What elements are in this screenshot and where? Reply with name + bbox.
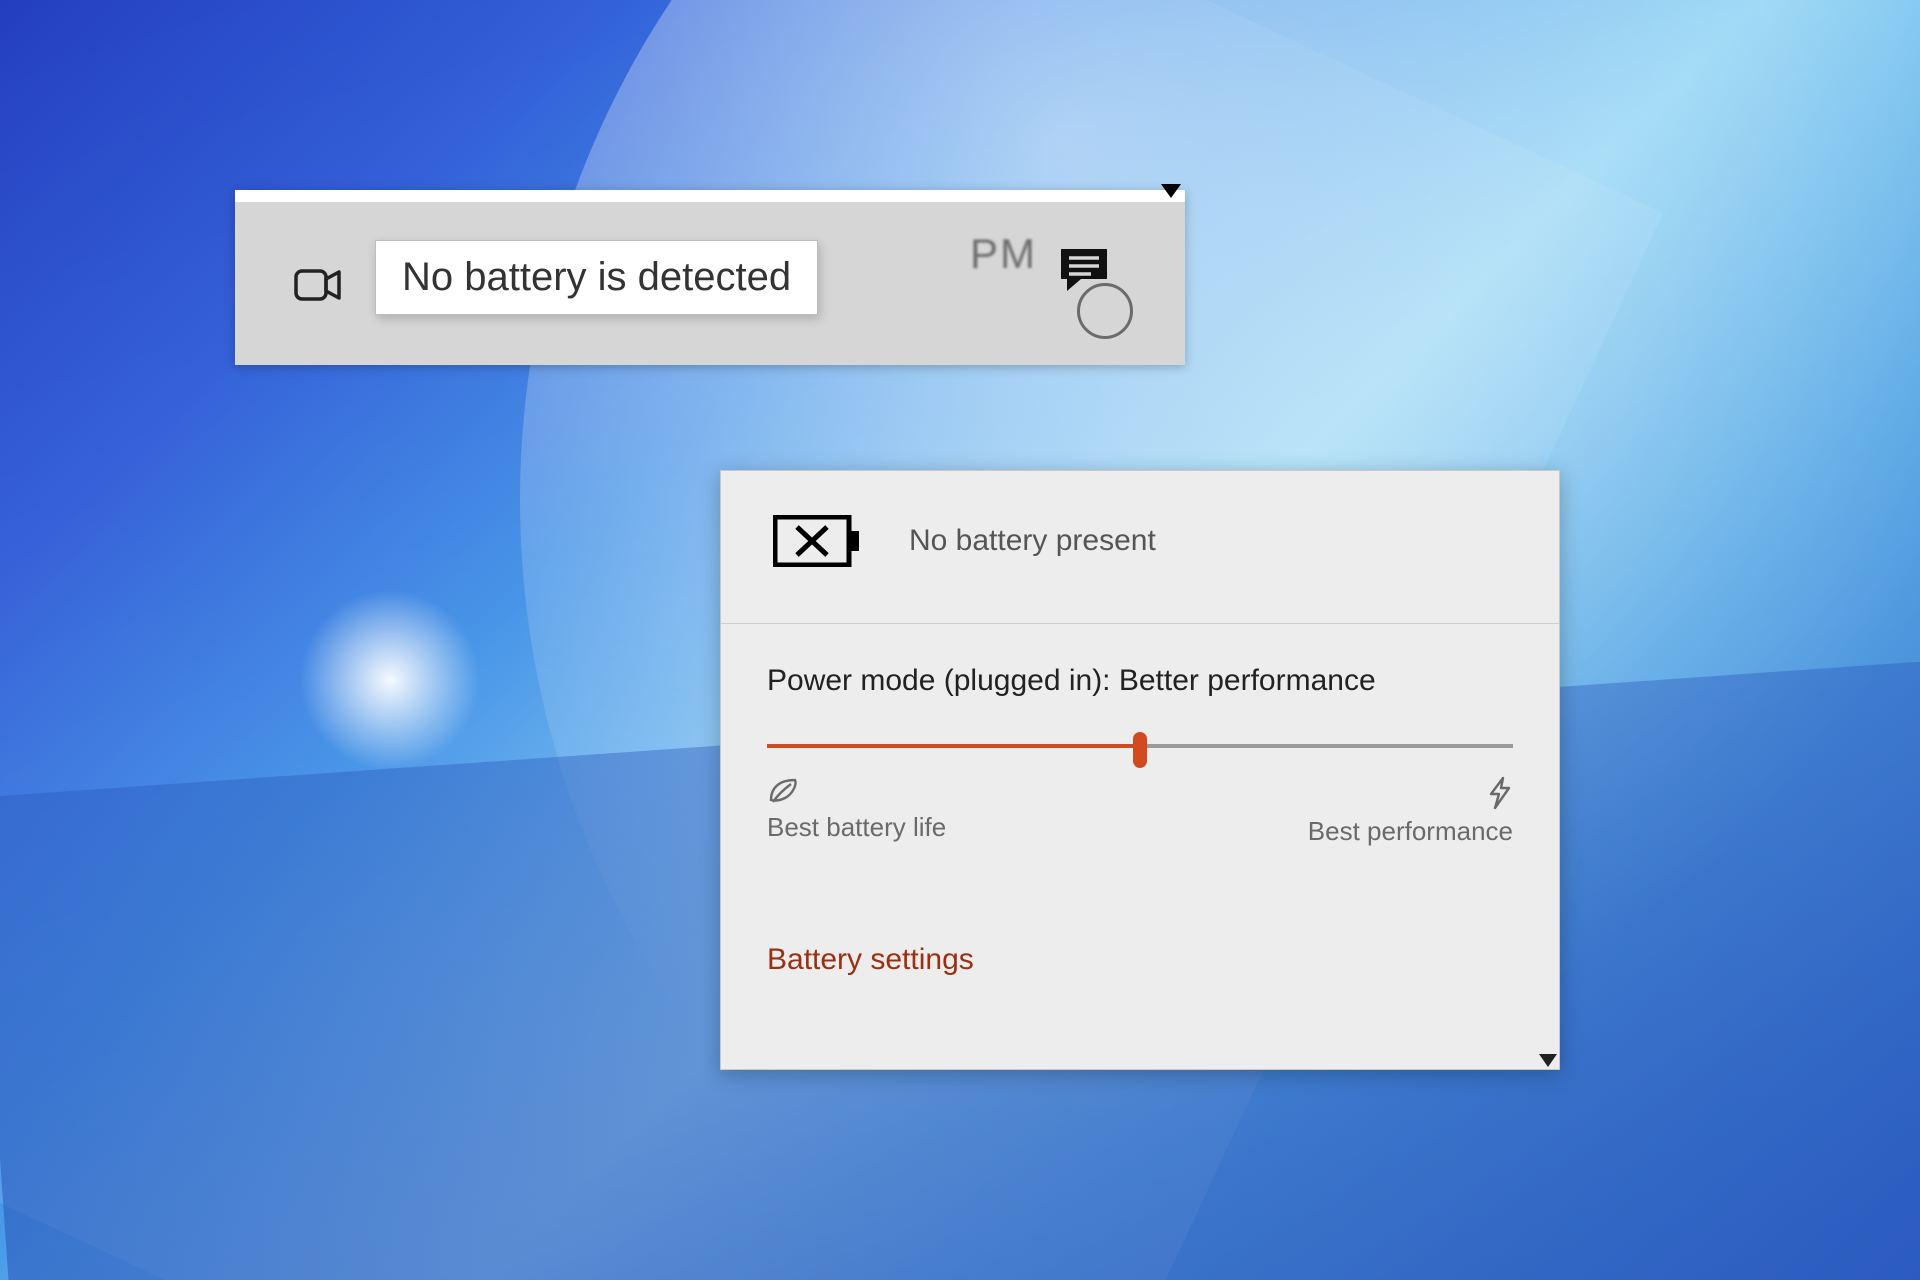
battery-flyout: No battery present Power mode (plugged i… <box>720 470 1560 1070</box>
video-camera-icon[interactable] <box>293 265 343 305</box>
battery-tooltip: No battery is detected <box>375 240 818 315</box>
slider-end-left: Best battery life <box>767 776 946 843</box>
slider-right-label: Best performance <box>1308 816 1513 847</box>
divider <box>721 623 1559 624</box>
power-mode-slider[interactable] <box>767 726 1513 766</box>
resize-grip-icon <box>1539 1054 1557 1067</box>
slider-left-label: Best battery life <box>767 812 946 843</box>
action-center-icon[interactable] <box>1057 245 1115 295</box>
chevron-down-icon <box>1161 184 1181 198</box>
slider-thumb[interactable] <box>1133 732 1147 768</box>
clock-partial: PM <box>970 230 1037 278</box>
lightning-icon <box>1487 776 1513 810</box>
slider-track-fill <box>767 744 1140 748</box>
power-mode-label: Power mode (plugged in): Better performa… <box>767 664 1513 698</box>
taskbar-topstrip <box>235 190 1185 202</box>
tooltip-text: No battery is detected <box>402 255 791 299</box>
battery-settings-link[interactable]: Battery settings <box>767 943 1513 977</box>
slider-end-right: Best performance <box>1308 776 1513 847</box>
battery-missing-icon <box>773 515 861 567</box>
leaf-icon <box>767 776 946 806</box>
cursor-ring <box>1077 283 1133 339</box>
battery-status-text: No battery present <box>909 524 1156 558</box>
taskbar-fragment: PM No battery is detected <box>235 190 1185 365</box>
desktop-wallpaper: PM No battery is detected No <box>0 0 1920 1280</box>
